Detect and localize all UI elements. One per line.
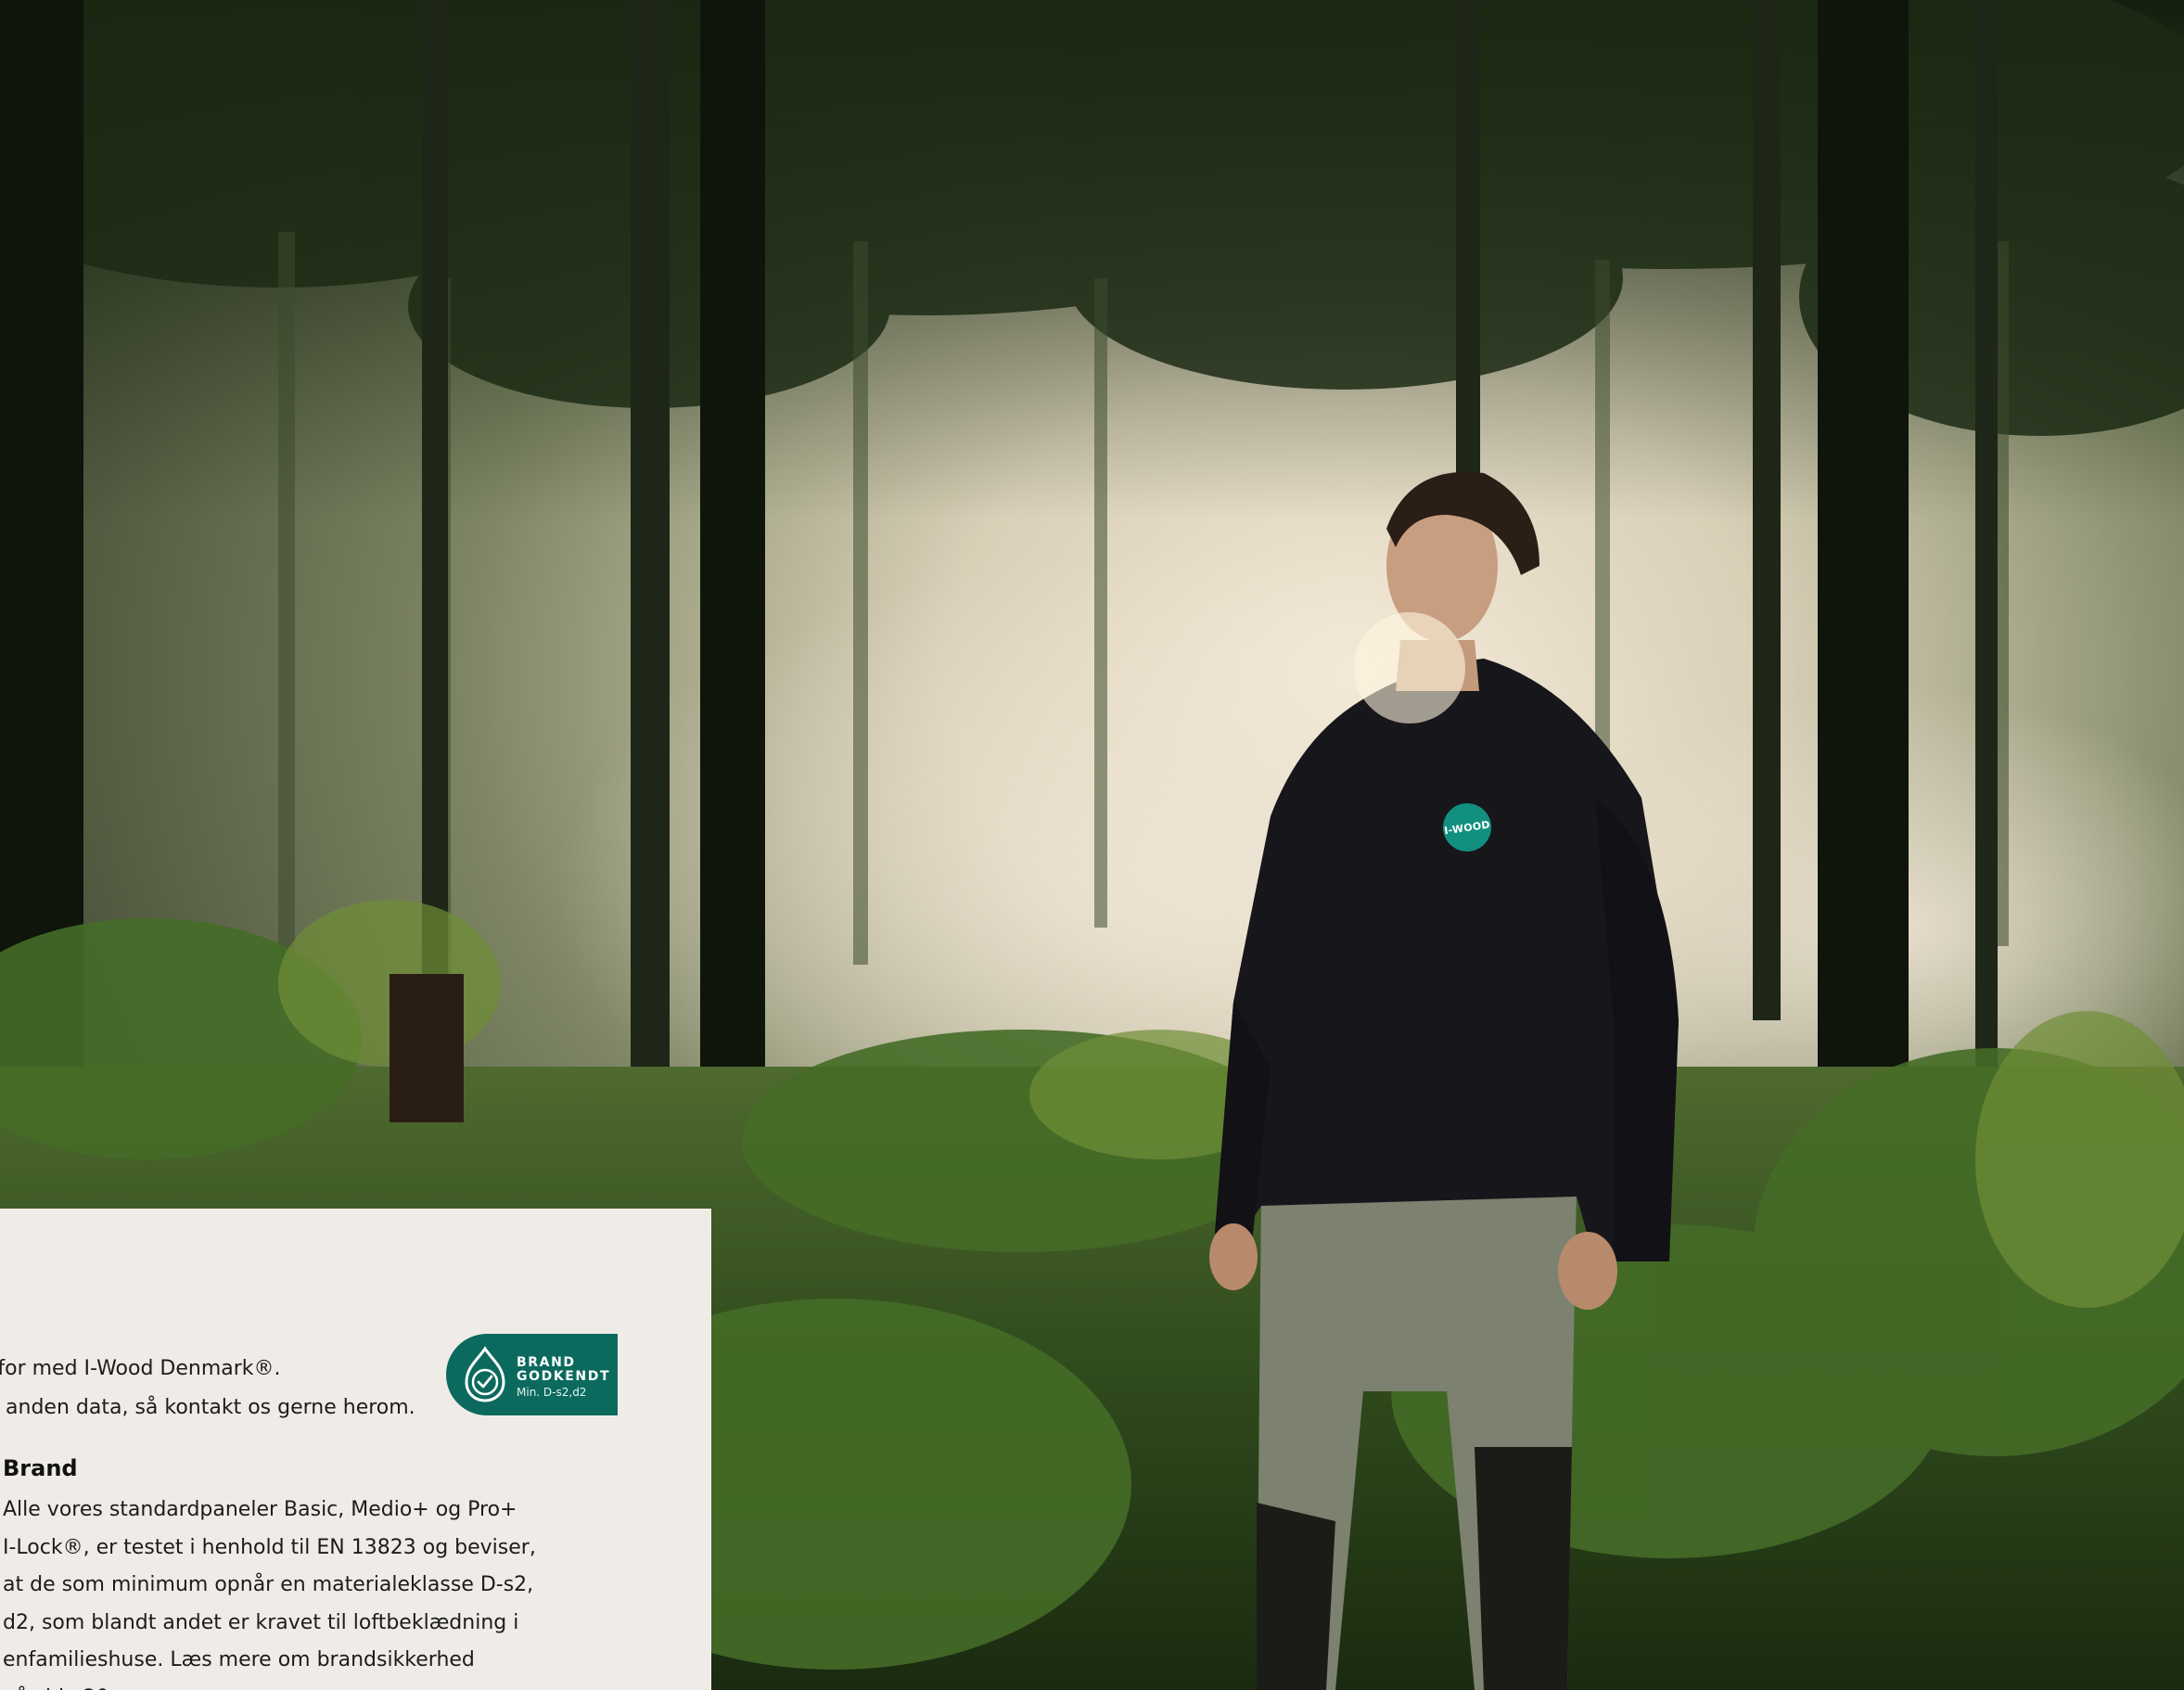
intro-line-2: r anden data, så kontakt os gerne herom. <box>0 1396 415 1419</box>
section-heading: Brand <box>3 1455 78 1481</box>
body-line: enfamilieshuse. Læs mere om brandsikkerh… <box>3 1648 475 1671</box>
body-line: d2, som blandt andet er kravet til loftb… <box>3 1610 519 1634</box>
fire-approved-badge: BRAND GODKENDT Min. D-s2,d2 <box>446 1334 618 1415</box>
intro-line-1: ndenfor med I-Wood Denmark®. <box>0 1357 281 1380</box>
info-panel: ndenfor med I-Wood Denmark®. r anden dat… <box>0 1209 711 1690</box>
body-line: at de som minimum opnår en materialeklas… <box>3 1573 534 1596</box>
badge-line-2: GODKENDT <box>517 1369 611 1384</box>
intro-text: ndenfor med I-Wood Denmark®. r anden dat… <box>0 1350 425 1428</box>
badge-line-3: Min. D-s2,d2 <box>517 1386 587 1399</box>
body-line: I-Lock®, er testet i henhold til EN 1382… <box>3 1535 536 1559</box>
badge-line-1: BRAND <box>517 1355 576 1370</box>
body-line: Alle vores standardpaneler Basic, Medio+… <box>3 1498 517 1521</box>
section-body: Alle vores standardpaneler Basic, Medio+… <box>3 1492 708 1690</box>
body-line: på side 20. <box>3 1680 708 1690</box>
flame-check-icon <box>465 1346 505 1402</box>
